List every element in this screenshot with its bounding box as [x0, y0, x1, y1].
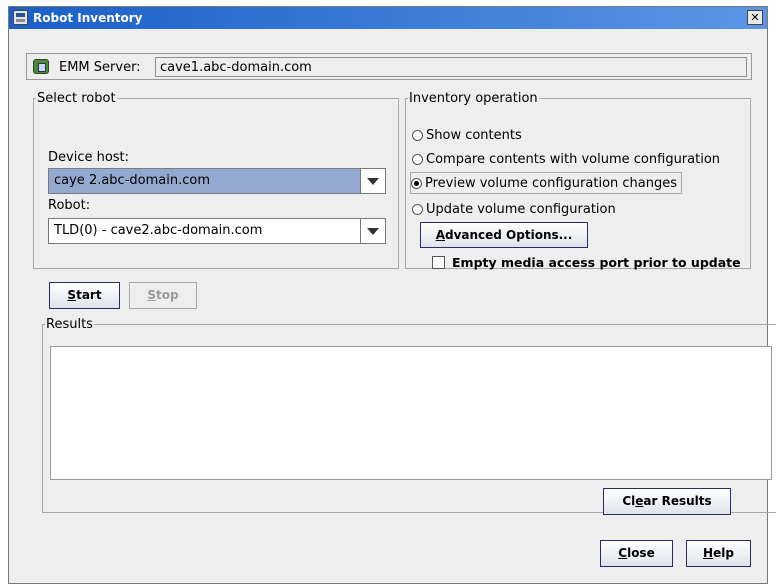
start-mnemonic: S	[67, 288, 77, 302]
radio-indicator-icon	[412, 203, 423, 215]
empty-port-label: Empty media access port prior to update	[452, 255, 741, 270]
emm-server-label: EMM Server:	[59, 60, 141, 75]
radio-selected-icon	[411, 177, 422, 189]
robot-combo[interactable]: TLD(0) - cave2.abc-domain.com	[48, 218, 386, 244]
radio-update-configuration-label: Update volume configuration	[426, 201, 616, 217]
inventory-operation-legend: Inventory operation	[409, 91, 538, 106]
close-window-button[interactable]: ✕	[747, 10, 763, 25]
select-robot-group: Select robot Device host: caye 2.abc-dom…	[33, 91, 399, 269]
empty-port-checkbox[interactable]	[432, 256, 445, 269]
radio-indicator-icon	[412, 129, 423, 141]
app-icon	[13, 10, 28, 25]
radio-indicator-icon	[412, 153, 423, 165]
clear-results-mnemonic: e	[635, 494, 644, 508]
device-host-combo[interactable]: caye 2.abc-domain.com	[48, 168, 386, 194]
advanced-options-button[interactable]: Advanced Options...	[420, 222, 588, 248]
stop-mnemonic: S	[147, 288, 157, 302]
advanced-options-label: dvanced Options...	[444, 228, 573, 242]
results-group: Results Clear Results	[42, 317, 776, 515]
close-label: lose	[627, 546, 655, 560]
clear-results-button[interactable]: Clear Results	[603, 488, 731, 515]
clear-results-label-start: Cl	[622, 494, 636, 508]
title-bar[interactable]: Robot Inventory ✕	[9, 7, 767, 29]
help-button[interactable]: Help	[686, 540, 751, 567]
robot-dropdown-arrow-icon[interactable]	[360, 219, 385, 243]
robot-value: TLD(0) - cave2.abc-domain.com	[54, 223, 263, 238]
results-legend: Results	[46, 317, 93, 332]
device-host-value: caye 2.abc-domain.com	[54, 173, 210, 188]
emm-server-panel: EMM Server: cave1.abc-domain.com	[26, 53, 752, 80]
radio-show-contents-label: Show contents	[426, 127, 522, 143]
select-robot-legend: Select robot	[37, 91, 116, 106]
start-button[interactable]: Start	[49, 282, 120, 309]
stop-button[interactable]: Stop	[129, 282, 197, 309]
stop-label: top	[156, 288, 179, 302]
server-icon	[33, 59, 49, 74]
clear-results-label-end: ar Results	[643, 494, 712, 508]
start-label: tart	[76, 288, 102, 302]
help-label: elp	[713, 546, 734, 560]
results-text-area[interactable]	[50, 346, 772, 480]
radio-compare-contents-label: Compare contents with volume configurati…	[426, 151, 721, 167]
device-host-label: Device host:	[48, 150, 130, 165]
radio-preview-changes-label: Preview volume configuration changes	[425, 175, 678, 191]
help-mnemonic: H	[703, 546, 714, 560]
robot-label: Robot:	[48, 198, 91, 213]
radio-show-contents[interactable]: Show contents	[412, 124, 522, 146]
close-button[interactable]: Close	[600, 540, 673, 567]
device-host-dropdown-arrow-icon[interactable]	[360, 169, 385, 193]
radio-preview-changes[interactable]: Preview volume configuration changes	[410, 172, 683, 194]
advanced-options-mnemonic: A	[435, 228, 445, 242]
window-title: Robot Inventory	[33, 11, 143, 25]
close-mnemonic: C	[618, 546, 628, 560]
emm-server-field: cave1.abc-domain.com	[155, 57, 747, 77]
robot-inventory-dialog: Robot Inventory ✕ EMM Server: cave1.abc-…	[8, 6, 776, 584]
radio-compare-contents[interactable]: Compare contents with volume configurati…	[412, 148, 720, 170]
inventory-operation-group: Inventory operation Show contents Compar…	[405, 91, 751, 270]
radio-update-configuration[interactable]: Update volume configuration	[412, 198, 616, 220]
